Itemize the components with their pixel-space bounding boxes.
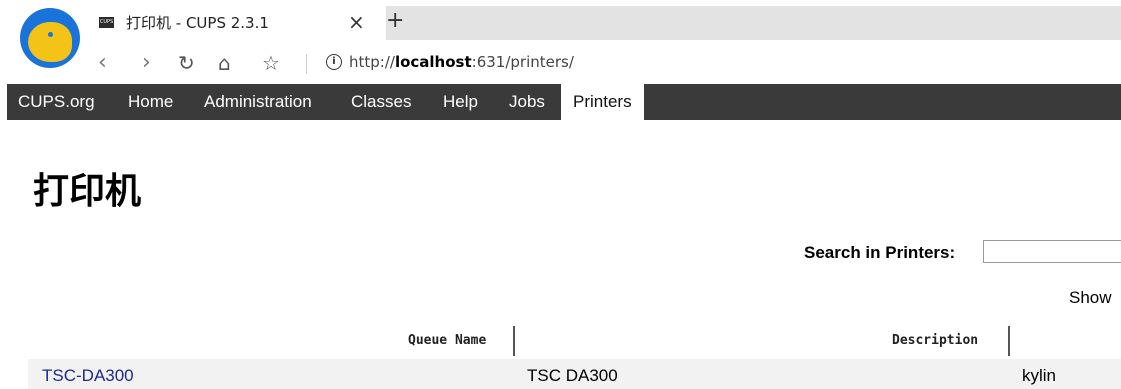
column-divider	[513, 326, 515, 356]
nav-item-classes[interactable]: Classes	[351, 84, 411, 120]
show-label: Show	[1069, 288, 1112, 307]
printer-description: TSC DA300	[527, 366, 618, 385]
url-scheme: http://	[349, 53, 395, 71]
column-header-description[interactable]: Description	[892, 333, 978, 348]
back-icon[interactable]: ‹	[98, 50, 107, 75]
close-tab-icon[interactable]: ×	[348, 10, 365, 34]
nav-item-jobs[interactable]: Jobs	[509, 84, 545, 120]
nav-item-printers[interactable]: Printers	[561, 84, 644, 120]
queue-name-link[interactable]: TSC-DA300	[42, 366, 134, 386]
url-path: :631/printers/	[471, 53, 574, 71]
browser-toolbar: ‹ › ↻ ⌂ ☆ i http://localhost:631/printer…	[86, 44, 1121, 82]
search-label: Search in Printers:	[804, 243, 956, 262]
search-input[interactable]	[983, 240, 1121, 263]
nav-item-home[interactable]: Home	[128, 84, 173, 120]
reload-icon[interactable]: ↻	[178, 51, 195, 75]
tab-strip: CUPS 打印机 - CUPS 2.3.1 × +	[86, 6, 1121, 40]
browser-logo-icon	[20, 8, 80, 68]
column-divider	[1008, 326, 1010, 356]
url-host: localhost	[394, 53, 472, 71]
tab-printers[interactable]: CUPS 打印机 - CUPS 2.3.1 ×	[86, 6, 386, 40]
new-tab-button[interactable]: +	[386, 8, 408, 33]
nav-item-help[interactable]: Help	[443, 84, 478, 120]
logo-shape	[28, 22, 72, 62]
nav-item-administration[interactable]: Administration	[204, 84, 312, 120]
home-icon[interactable]: ⌂	[218, 51, 231, 75]
printer-location: kylin	[1022, 366, 1057, 385]
bookmark-star-icon[interactable]: ☆	[262, 51, 280, 75]
cups-nav-bar: CUPS.org Home Administration Classes Hel…	[7, 84, 1121, 120]
forward-icon[interactable]: ›	[142, 50, 151, 75]
page-title: 打印机	[33, 171, 142, 212]
site-info-icon[interactable]: i	[326, 54, 342, 70]
nav-item-cups-org[interactable]: CUPS.org	[18, 84, 95, 120]
toolbar-divider	[306, 54, 307, 74]
tab-title: 打印机 - CUPS 2.3.1	[126, 14, 269, 32]
address-bar[interactable]: http://localhost:631/printers/	[349, 53, 574, 71]
column-header-queue-name[interactable]: Queue Name	[408, 333, 486, 348]
logo-eye	[48, 32, 53, 37]
cups-favicon-icon: CUPS	[99, 17, 114, 28]
